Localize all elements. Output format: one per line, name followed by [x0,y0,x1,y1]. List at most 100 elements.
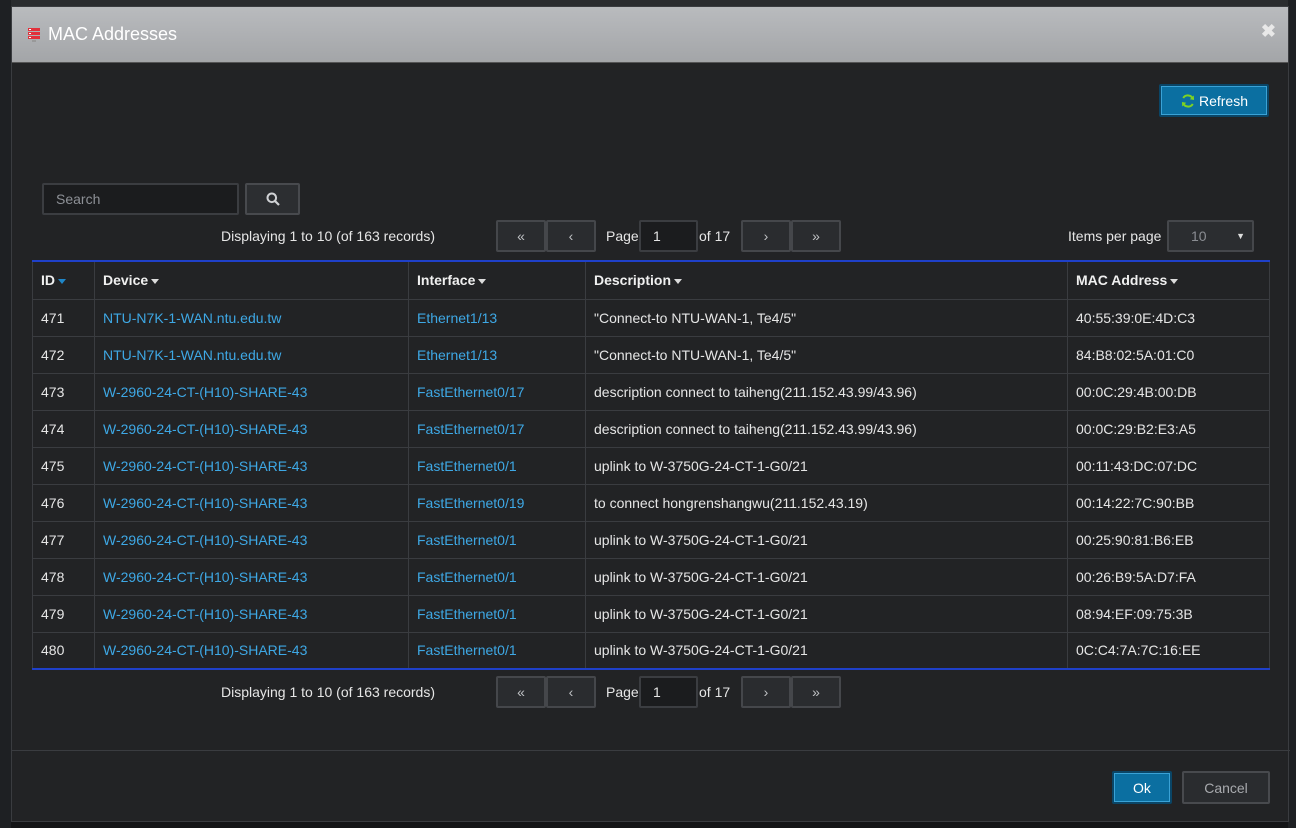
cell-interface-link[interactable]: FastEthernet0/1 [408,520,586,559]
pager-bottom: Displaying 1 to 10 (of 163 records) « ‹ … [12,676,1290,710]
dialog-header: MAC Addresses ✖ [12,7,1288,63]
prev-page-button[interactable]: ‹ [546,220,596,252]
table-row[interactable]: 480 W-2960-24-CT-(H10)-SHARE-43 FastEthern… [32,631,1270,670]
cell-interface-link[interactable]: Ethernet1/13 [408,335,586,374]
prev-page-button[interactable]: ‹ [546,676,596,708]
cell-interface-link[interactable]: FastEthernet0/17 [408,372,586,411]
column-header-interface[interactable]: Interface [408,260,586,300]
cell-mac-address: 00:0C:29:B2:E3:A5 [1067,409,1270,448]
sort-icon [1170,279,1179,285]
mac-address-table: ID Device Interface Description MAC Addr… [32,260,1270,670]
search-icon [266,192,280,206]
cell-description: uplink to W-3750G-24-CT-1-G0/21 [585,446,1068,485]
cell-id: 472 [32,335,95,374]
cell-description: uplink to W-3750G-24-CT-1-G0/21 [585,631,1068,670]
cancel-button[interactable]: Cancel [1182,771,1270,804]
table-header-row: ID Device Interface Description MAC Addr… [32,260,1270,300]
cell-description: description connect to taiheng(211.152.4… [585,372,1068,411]
next-page-button[interactable]: › [741,676,791,708]
cell-id: 471 [32,298,95,337]
cell-interface-link[interactable]: Ethernet1/13 [408,298,586,337]
refresh-button[interactable]: Refresh [1159,84,1269,117]
table-row[interactable]: 478 W-2960-24-CT-(H10)-SHARE-43 FastEthern… [32,557,1270,596]
cell-id: 478 [32,557,95,596]
cell-description: uplink to W-3750G-24-CT-1-G0/21 [585,520,1068,559]
cell-device-link[interactable]: NTU-N7K-1-WAN.ntu.edu.tw [94,298,409,337]
page-number-input[interactable] [639,220,698,252]
cell-description: uplink to W-3750G-24-CT-1-G0/21 [585,594,1068,633]
cell-device-link[interactable]: W-2960-24-CT-(H10)-SHARE-43 [94,483,409,522]
column-header-device[interactable]: Device [94,260,409,300]
dialog-title: MAC Addresses [48,24,178,44]
cell-id: 475 [32,446,95,485]
mac-addresses-dialog: MAC Addresses ✖ Refresh Displaying 1 to … [11,6,1290,822]
cell-mac-address: 84:B8:02:5A:01:C0 [1067,335,1270,374]
cell-id: 477 [32,520,95,559]
sort-icon [674,279,683,285]
cell-id: 480 [32,631,95,670]
cell-interface-link[interactable]: FastEthernet0/17 [408,409,586,448]
table-row[interactable]: 475 W-2960-24-CT-(H10)-SHARE-43 FastEthern… [32,446,1270,485]
cell-interface-link[interactable]: FastEthernet0/1 [408,594,586,633]
cell-device-link[interactable]: W-2960-24-CT-(H10)-SHARE-43 [94,631,409,670]
search-button[interactable] [245,183,300,215]
cell-mac-address: 00:11:43:DC:07:DC [1067,446,1270,485]
records-summary: Displaying 1 to 10 (of 163 records) [221,684,435,700]
cell-id: 474 [32,409,95,448]
server-rack-icon [26,27,42,43]
column-header-id[interactable]: ID [32,260,95,300]
cell-interface-link[interactable]: FastEthernet0/19 [408,483,586,522]
ok-button[interactable]: Ok [1112,771,1172,804]
refresh-icon [1181,93,1194,108]
cell-description: uplink to W-3750G-24-CT-1-G0/21 [585,557,1068,596]
page-label: Page [606,228,639,244]
cell-device-link[interactable]: W-2960-24-CT-(H10)-SHARE-43 [94,446,409,485]
search-input[interactable] [42,183,239,215]
cell-mac-address: 00:26:B9:5A:D7:FA [1067,557,1270,596]
cell-interface-link[interactable]: FastEthernet0/1 [408,631,586,670]
cell-mac-address: 08:94:EF:09:75:3B [1067,594,1270,633]
last-page-button[interactable]: » [791,676,841,708]
cell-device-link[interactable]: W-2960-24-CT-(H10)-SHARE-43 [94,594,409,633]
table-row[interactable]: 479 W-2960-24-CT-(H10)-SHARE-43 FastEthern… [32,594,1270,633]
sort-icon [478,279,487,285]
sort-desc-icon [58,279,66,285]
cell-mac-address: 0C:C4:7A:7C:16:EE [1067,631,1270,670]
table-row[interactable]: 471 NTU-N7K-1-WAN.ntu.edu.tw Ethernet1/13 "… [32,298,1270,337]
next-page-button[interactable]: › [741,220,791,252]
cell-device-link[interactable]: W-2960-24-CT-(H10)-SHARE-43 [94,409,409,448]
page-label: Page [606,684,639,700]
cell-id: 473 [32,372,95,411]
items-per-page-select[interactable]: 10 ▼ [1167,220,1254,252]
cell-mac-address: 40:55:39:0E:4D:C3 [1067,298,1270,337]
table-row[interactable]: 477 W-2960-24-CT-(H10)-SHARE-43 FastEthern… [32,520,1270,559]
cell-interface-link[interactable]: FastEthernet0/1 [408,446,586,485]
column-header-description[interactable]: Description [585,260,1068,300]
last-page-button[interactable]: » [791,220,841,252]
cell-id: 476 [32,483,95,522]
cell-mac-address: 00:0C:29:4B:00:DB [1067,372,1270,411]
close-icon[interactable]: ✖ [1261,21,1276,42]
cell-device-link[interactable]: NTU-N7K-1-WAN.ntu.edu.tw [94,335,409,374]
footer-divider [12,750,1290,751]
table-row[interactable]: 472 NTU-N7K-1-WAN.ntu.edu.tw Ethernet1/13 "… [32,335,1270,374]
cell-description: description connect to taiheng(211.152.4… [585,409,1068,448]
table-row[interactable]: 476 W-2960-24-CT-(H10)-SHARE-43 FastEthern… [32,483,1270,522]
caret-down-icon: ▼ [1236,231,1245,241]
cell-mac-address: 00:14:22:7C:90:BB [1067,483,1270,522]
page-count-label: of 17 [699,684,731,700]
pager-top: Displaying 1 to 10 (of 163 records) « ‹ … [12,220,1290,254]
cell-mac-address: 00:25:90:81:B6:EB [1067,520,1270,559]
cell-interface-link[interactable]: FastEthernet0/1 [408,557,586,596]
page-number-input[interactable] [639,676,698,708]
cell-device-link[interactable]: W-2960-24-CT-(H10)-SHARE-43 [94,557,409,596]
cell-id: 479 [32,594,95,633]
table-row[interactable]: 473 W-2960-24-CT-(H10)-SHARE-43 FastEthern… [32,372,1270,411]
cell-device-link[interactable]: W-2960-24-CT-(H10)-SHARE-43 [94,372,409,411]
first-page-button[interactable]: « [496,220,546,252]
first-page-button[interactable]: « [496,676,546,708]
table-row[interactable]: 474 W-2960-24-CT-(H10)-SHARE-43 FastEthern… [32,409,1270,448]
refresh-label: Refresh [1198,92,1249,109]
column-header-mac-address[interactable]: MAC Address [1067,260,1270,300]
cell-device-link[interactable]: W-2960-24-CT-(H10)-SHARE-43 [94,520,409,559]
